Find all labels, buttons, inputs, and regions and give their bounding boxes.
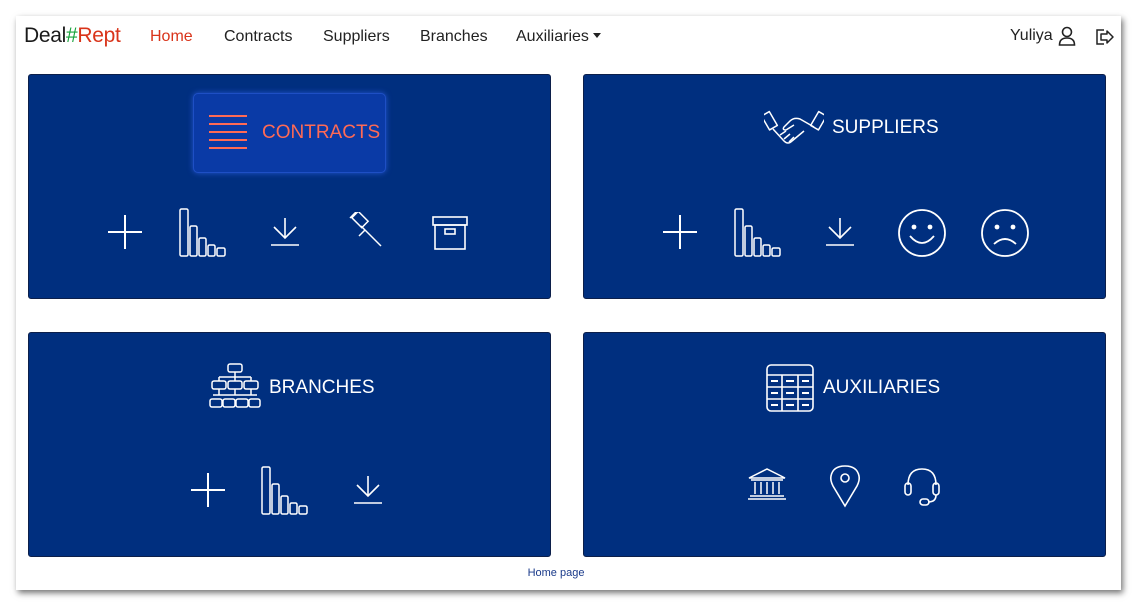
suppliers-header[interactable]: SUPPLIERS [764,109,939,147]
caret-down-icon [592,33,601,38]
card-suppliers: SUPPLIERS [583,74,1106,299]
plus-icon[interactable] [107,214,143,250]
navbar: Deal#Rept Home Contracts Suppliers Branc… [16,16,1121,58]
card-contracts: CONTRACTS [28,74,551,299]
download-icon[interactable] [825,217,855,247]
gavel-icon[interactable] [347,212,385,250]
nav-auxiliaries-label: Auxiliaries [516,28,589,45]
user-icon[interactable] [1058,26,1076,46]
auxiliaries-header[interactable]: AUXILIARIES [765,363,940,413]
nav-home[interactable]: Home [150,28,193,46]
footer-home-page: Home page [527,567,585,579]
org-chart-icon [209,363,261,413]
branches-title: BRANCHES [269,377,375,398]
suppliers-title: SUPPLIERS [832,117,939,138]
bank-icon[interactable] [747,467,787,501]
nav-suppliers[interactable]: Suppliers [323,28,390,46]
nav-branches[interactable]: Branches [420,28,488,46]
contracts-title: CONTRACTS [262,122,381,143]
map-pin-icon[interactable] [829,464,861,508]
card-branches: BRANCHES [28,332,551,557]
brand-logo[interactable]: Deal#Rept [24,24,121,48]
auxiliaries-title: AUXILIARIES [823,377,941,398]
user-name[interactable]: Yuliya [1010,27,1053,45]
branches-header[interactable]: BRANCHES [209,363,375,413]
handshake-icon [764,109,824,147]
list-lines-icon [208,112,248,154]
brand-part-deal: Deal [24,24,66,47]
card-auxiliaries: AUXILIARIES [583,332,1106,557]
table-grid-icon [765,363,815,413]
bar-chart-icon[interactable] [261,466,311,516]
app-frame: Deal#Rept Home Contracts Suppliers Branc… [16,16,1121,590]
archive-box-icon[interactable] [431,215,469,251]
smile-icon[interactable] [897,208,947,258]
brand-part-hash: # [66,24,78,47]
logout-icon[interactable] [1095,28,1115,46]
headset-icon[interactable] [902,465,942,507]
brand-part-rept: Rept [77,24,121,47]
plus-icon[interactable] [190,472,226,508]
plus-icon[interactable] [662,214,698,250]
download-icon[interactable] [270,217,300,247]
frown-icon[interactable] [980,208,1030,258]
nav-auxiliaries-dropdown[interactable]: Auxiliaries [516,28,601,46]
bar-chart-icon[interactable] [179,208,229,258]
contracts-header-button[interactable]: CONTRACTS [193,93,386,173]
nav-contracts[interactable]: Contracts [224,28,292,46]
bar-chart-icon[interactable] [734,208,784,258]
download-icon[interactable] [353,475,383,505]
